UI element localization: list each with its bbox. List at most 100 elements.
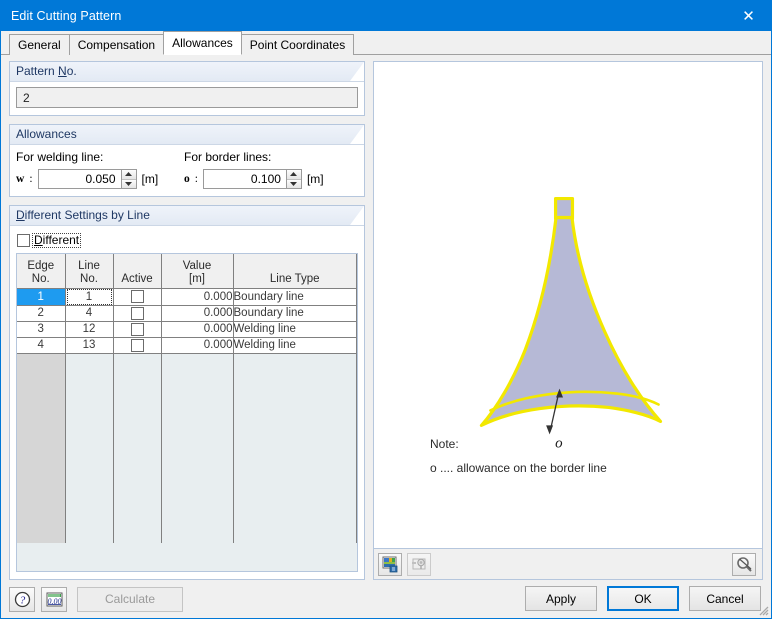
help-icon[interactable]: ? <box>9 586 35 612</box>
row-active-checkbox[interactable] <box>130 338 144 352</box>
pattern-no-title-pre: Pattern <box>16 64 59 78</box>
ok-button[interactable]: OK <box>607 586 679 611</box>
units-icon[interactable]: 0.00 <box>41 586 67 612</box>
border-symbol: o <box>184 173 190 185</box>
render-image-icon[interactable] <box>378 552 402 576</box>
column-header-value: Value [m] <box>161 254 234 289</box>
different-settings-title-rest: ifferent Settings by Line <box>24 208 150 222</box>
cell-line-type[interactable]: Boundary line <box>233 288 357 306</box>
apply-button[interactable]: Apply <box>525 586 597 611</box>
left-column: Pattern No. 2 Allowances For welding lin… <box>9 61 365 580</box>
spin-down-icon[interactable] <box>286 179 301 188</box>
window-title: Edit Cutting Pattern <box>11 9 122 23</box>
cell-edge-no[interactable]: 3 <box>17 321 66 338</box>
edge-no-line1: Edge <box>27 259 55 272</box>
column-header-line-no: Line No. <box>65 254 114 289</box>
resize-grip-icon[interactable] <box>757 604 769 616</box>
cell-value[interactable]: 0.000 <box>161 288 234 306</box>
welding-spinner[interactable]: 0.050 <box>37 169 137 189</box>
welding-unit: [m] <box>141 172 159 186</box>
tab-compensation[interactable]: Compensation <box>68 34 165 55</box>
different-label-rest: ifferent <box>42 233 80 247</box>
cell-value[interactable]: 0.000 <box>161 321 234 338</box>
cell-active[interactable] <box>113 337 162 354</box>
cell-value[interactable]: 0.000 <box>161 337 234 354</box>
welding-line-label: For welding line: <box>16 150 104 164</box>
line-settings-table-container[interactable]: Edge No. Line No. Active Value [m] Line … <box>16 253 358 572</box>
empty-line-col <box>65 353 114 543</box>
different-label-key: D <box>34 233 43 247</box>
row-active-checkbox[interactable] <box>130 322 144 336</box>
pattern-body-shape <box>479 215 663 427</box>
table-empty-area[interactable] <box>17 353 357 543</box>
title-bar: Edit Cutting Pattern ✕ <box>1 1 771 31</box>
right-column: o Note: o .... allowance on the border l… <box>373 61 763 580</box>
spin-up-icon[interactable] <box>121 170 136 180</box>
welding-symbol: w <box>16 173 25 185</box>
line-no-line2: No. <box>80 272 98 285</box>
calculate-button: Calculate <box>77 586 183 612</box>
border-spin-buttons[interactable] <box>285 170 301 188</box>
cell-active[interactable] <box>113 321 162 338</box>
cell-active[interactable] <box>113 305 162 322</box>
value-line2: [m] <box>189 272 205 285</box>
line-settings-table: Edge No. Line No. Active Value [m] Line … <box>17 254 357 543</box>
empty-active-col <box>113 353 162 543</box>
welding-colon: : <box>29 173 33 185</box>
different-checkbox-row[interactable]: Different <box>17 233 358 248</box>
cell-line-type[interactable]: Boundary line <box>233 305 357 322</box>
table-row[interactable]: 3 12 0.000 Welding line <box>17 321 357 338</box>
cell-value[interactable]: 0.000 <box>161 305 234 322</box>
cell-line-no[interactable]: 1 <box>65 288 114 306</box>
edge-no-line2: No. <box>31 272 50 285</box>
allowances-group: Allowances For welding line: w : 0.050 [… <box>9 124 365 197</box>
pattern-no-field[interactable]: 2 <box>16 87 358 108</box>
cancel-button[interactable]: Cancel <box>689 586 761 611</box>
table-row[interactable]: 2 4 0.000 Boundary line <box>17 305 357 322</box>
table-row[interactable]: 1 1 0.000 Boundary line <box>17 288 357 306</box>
pattern-no-group: Pattern No. 2 <box>9 61 365 116</box>
row-active-checkbox[interactable] <box>130 306 144 320</box>
different-checkbox[interactable] <box>17 234 30 247</box>
cell-line-no[interactable]: 12 <box>65 321 114 338</box>
tab-allowances[interactable]: Allowances <box>163 31 242 55</box>
value-line1: Value <box>182 259 212 272</box>
graphics-toolbar <box>374 549 762 579</box>
cell-active[interactable] <box>113 288 162 306</box>
spin-up-icon[interactable] <box>286 170 301 180</box>
border-colon: : <box>194 173 198 185</box>
row-active-checkbox[interactable] <box>130 290 144 303</box>
note-title: Note: <box>430 437 459 451</box>
table-row[interactable]: 4 13 0.000 Welding line <box>17 337 357 354</box>
different-settings-group: Different Settings by Line Different Edg… <box>9 205 365 580</box>
tab-point-coordinates[interactable]: Point Coordinates <box>240 34 355 55</box>
cell-edge-no[interactable]: 4 <box>17 337 66 354</box>
cell-line-no-value: 1 <box>66 288 112 305</box>
border-lines-label: For border lines: <box>184 150 272 164</box>
print-preview-icon <box>407 552 431 576</box>
footer-action-buttons: Apply OK Cancel <box>525 586 761 611</box>
cell-line-type[interactable]: Welding line <box>233 337 357 354</box>
cell-edge-no[interactable]: 1 <box>17 288 66 306</box>
line-type-label: Line Type <box>269 272 320 285</box>
cell-line-no[interactable]: 13 <box>65 337 114 354</box>
welding-line-field-group: For welding line: w : 0.050 [m] <box>16 150 184 189</box>
border-value-input[interactable]: 0.100 <box>203 170 286 188</box>
note-line: o .... allowance on the border line <box>430 461 607 475</box>
spin-down-icon[interactable] <box>121 179 136 188</box>
tab-general[interactable]: General <box>9 34 70 55</box>
empty-type-col <box>233 353 357 543</box>
empty-value-col <box>161 353 234 543</box>
column-header-line-type: Line Type <box>233 254 357 289</box>
welding-value-input[interactable]: 0.050 <box>38 170 121 188</box>
welding-spin-buttons[interactable] <box>120 170 136 188</box>
different-checkbox-label[interactable]: Different <box>32 233 82 248</box>
pattern-preview-canvas[interactable]: o Note: o .... allowance on the border l… <box>374 62 762 549</box>
cell-line-type[interactable]: Welding line <box>233 321 357 338</box>
pattern-no-title-post: o. <box>66 64 77 78</box>
cell-line-no[interactable]: 4 <box>65 305 114 322</box>
close-icon[interactable]: ✕ <box>726 1 771 31</box>
zoom-reset-icon[interactable] <box>732 552 756 576</box>
cell-edge-no[interactable]: 2 <box>17 305 66 322</box>
border-spinner[interactable]: 0.100 <box>202 169 302 189</box>
